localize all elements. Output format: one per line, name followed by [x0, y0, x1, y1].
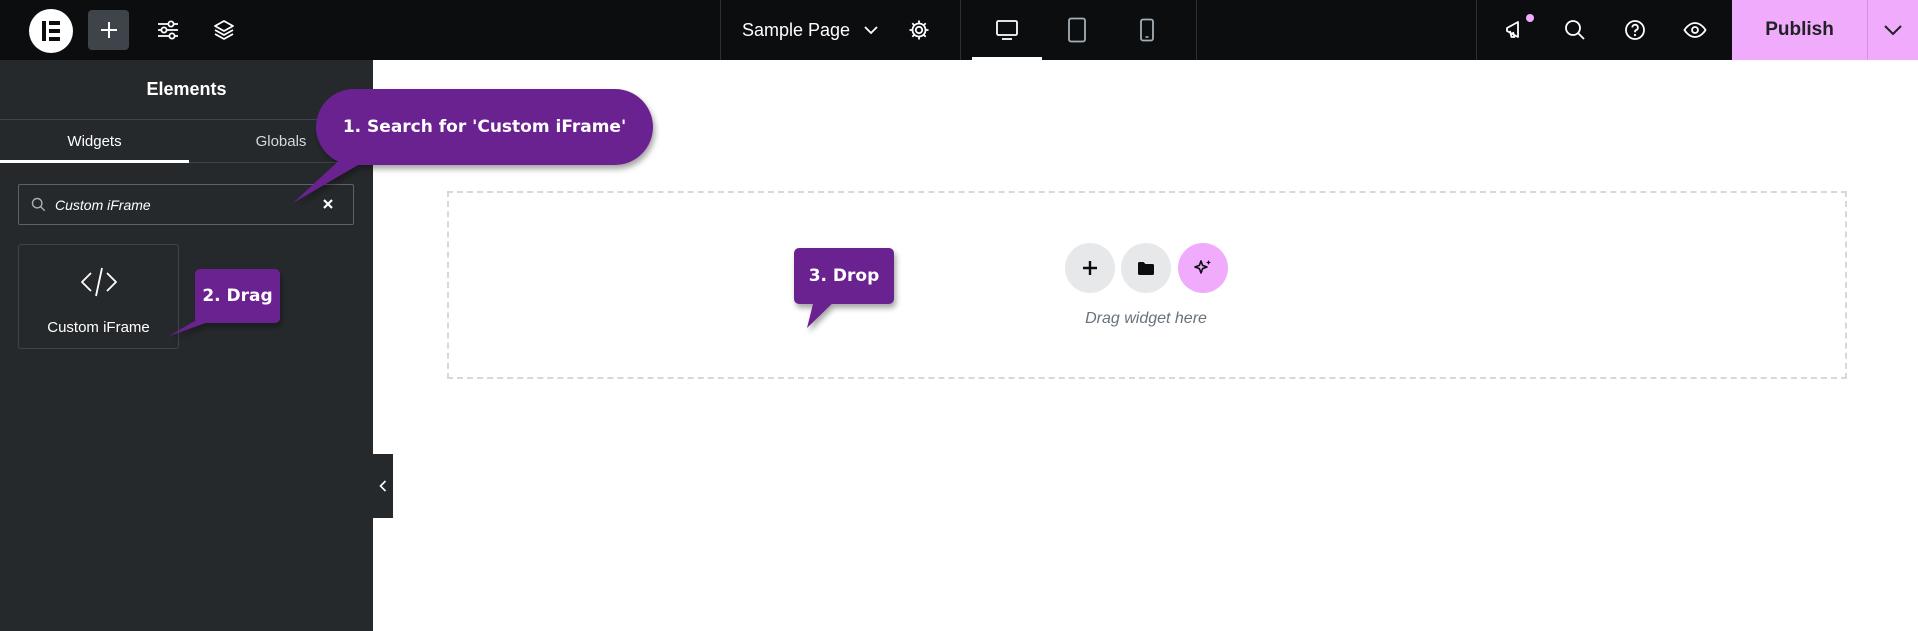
callout-drag: 2. Drag: [202, 286, 273, 306]
callout-search: 1. Search for 'Custom iFrame': [342, 117, 627, 137]
callout-drop: 3. Drop: [808, 266, 880, 286]
callout-shapes: [169, 89, 894, 336]
